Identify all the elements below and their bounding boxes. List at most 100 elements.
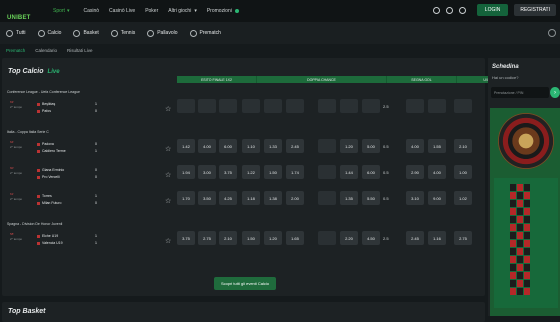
odds-button[interactable]	[340, 99, 358, 113]
odds-button[interactable]: 2.10	[219, 231, 237, 245]
nav-promozioni[interactable]: Promozioni	[207, 8, 239, 14]
tab-basket[interactable]: Basket	[73, 29, 99, 37]
arrow-right-icon[interactable]: ›	[550, 87, 560, 98]
odds-button[interactable]: 9.00	[428, 191, 446, 205]
odds-button[interactable]	[454, 99, 472, 113]
home-team[interactable]: Torres	[37, 194, 52, 198]
odds-button[interactable]	[318, 191, 336, 205]
login-button[interactable]: LOGIN	[476, 4, 509, 16]
home-team[interactable]: Beşiktaş	[37, 102, 55, 106]
away-team[interactable]: Pro Vercelli	[37, 175, 60, 179]
odds-button[interactable]: 2.20	[340, 231, 358, 245]
nav-casino-live[interactable]: Casinò Live	[109, 8, 135, 14]
odds-button[interactable]: 1.42	[177, 139, 195, 153]
odds-button[interactable]	[362, 99, 380, 113]
home-team[interactable]: Padova	[37, 142, 54, 146]
odds-button[interactable]: 3.10	[406, 191, 424, 205]
odds-button[interactable]: 1.50	[264, 165, 282, 179]
odds-button[interactable]: 1.20	[340, 139, 358, 153]
subtab-calendario[interactable]: Calendario	[35, 48, 57, 53]
odds-button[interactable]: 1.00	[454, 165, 472, 179]
odds-button[interactable]: 2.45	[406, 231, 424, 245]
nav-poker[interactable]: Poker	[145, 8, 158, 14]
favorite-star-icon[interactable]: ☆	[165, 145, 171, 153]
odds-button[interactable]: 2.75	[198, 231, 216, 245]
subtab-risultati-live[interactable]: Risultati Live	[67, 48, 93, 53]
odds-button[interactable]: 3.75	[219, 165, 237, 179]
sport-menu[interactable]: Sport ▾	[53, 8, 69, 14]
odds-button[interactable]: 1.74	[286, 165, 304, 179]
odds-button[interactable]: 5.50	[362, 191, 380, 205]
odds-button[interactable]: 1.20	[264, 231, 282, 245]
odds-button[interactable]	[177, 99, 195, 113]
odds-button[interactable]: 4.00	[406, 139, 424, 153]
odds-button[interactable]	[318, 99, 336, 113]
odds-button[interactable]	[318, 231, 336, 245]
brand-logo[interactable]: UNIBET	[7, 6, 45, 21]
odds-button[interactable]	[286, 99, 304, 113]
odds-button[interactable]	[318, 165, 336, 179]
pin-input[interactable]: Prenotazione / PIN	[491, 87, 549, 98]
away-team[interactable]: Caldiero Terme	[37, 149, 66, 153]
odds-button[interactable]	[198, 99, 216, 113]
show-all-button[interactable]: Scopri tutti gli eventi Calcio	[214, 277, 276, 290]
tab-pallavolo[interactable]: Pallavolo	[147, 29, 178, 37]
odds-button[interactable]: 4.00	[198, 139, 216, 153]
theme-icon[interactable]	[432, 6, 440, 14]
home-team[interactable]: Elche U19	[37, 234, 58, 238]
odds-button[interactable]	[219, 99, 237, 113]
odds-button[interactable]: 3.75	[177, 231, 195, 245]
nav-casino[interactable]: Casinò	[83, 8, 99, 14]
odds-button[interactable]: 3.50	[198, 191, 216, 205]
odds-button[interactable]: 1.22	[242, 165, 260, 179]
odds-button[interactable]: 4.50	[362, 231, 380, 245]
odds-button[interactable]: 1.65	[286, 231, 304, 245]
settings-icon[interactable]	[458, 6, 466, 14]
odds-button[interactable]: 1.33	[264, 139, 282, 153]
odds-button[interactable]: 1.10	[242, 139, 260, 153]
subtab-prematch[interactable]: Prematch	[6, 48, 25, 53]
tab-calcio[interactable]: Calcio	[37, 29, 61, 37]
odds-button[interactable]: 6.00	[219, 139, 237, 153]
odds-button[interactable]: 1.02	[454, 191, 472, 205]
favorite-star-icon[interactable]: ☆	[165, 237, 171, 245]
odds-button[interactable]: 3.00	[198, 165, 216, 179]
nav-altri-giochi[interactable]: Altri giochi ▾	[168, 8, 197, 14]
tab-prematch[interactable]: Prematch	[189, 29, 221, 37]
odds-button[interactable]	[318, 139, 336, 153]
odds-button[interactable]: 4.25	[219, 191, 237, 205]
favorite-star-icon[interactable]: ☆	[165, 105, 171, 113]
home-team[interactable]: Giana Erminio	[37, 168, 64, 172]
odds-button[interactable]	[406, 99, 424, 113]
away-team[interactable]: Valencia U19	[37, 241, 63, 245]
odds-button[interactable]: 1.35	[340, 191, 358, 205]
away-team[interactable]: Pafos	[37, 109, 51, 113]
odds-button[interactable]: 1.94	[177, 165, 195, 179]
collapse-icon[interactable]	[548, 29, 556, 37]
odds-button[interactable]: 1.16	[428, 231, 446, 245]
odds-button[interactable]	[242, 99, 260, 113]
odds-button[interactable]: 2.75	[454, 231, 472, 245]
odds-button[interactable]: 1.44	[340, 165, 358, 179]
odds-button[interactable]: 1.38	[264, 191, 282, 205]
clock-icon[interactable]	[445, 6, 453, 14]
odds-button[interactable]: 4.00	[428, 165, 446, 179]
favorite-star-icon[interactable]: ☆	[165, 171, 171, 179]
favorite-star-icon[interactable]: ☆	[165, 197, 171, 205]
odds-button[interactable]: 1.18	[242, 191, 260, 205]
odds-button[interactable]	[264, 99, 282, 113]
odds-button[interactable]: 2.90	[406, 165, 424, 179]
odds-button[interactable]: 2.00	[286, 191, 304, 205]
tab-tutti[interactable]: Tutti	[6, 29, 26, 37]
odds-button[interactable]: 2.45	[286, 139, 304, 153]
odds-button[interactable]: 1.55	[428, 139, 446, 153]
odds-button[interactable]: 2.10	[454, 139, 472, 153]
casino-banner[interactable]	[490, 108, 560, 316]
odds-button[interactable]: 6.00	[362, 165, 380, 179]
odds-button[interactable]: 5.00	[362, 139, 380, 153]
odds-button[interactable]: 1.50	[242, 231, 260, 245]
odds-button[interactable]	[428, 99, 446, 113]
register-button[interactable]: REGISTRATI	[514, 4, 556, 16]
away-team[interactable]: Milan Futuro	[37, 201, 61, 205]
odds-button[interactable]: 1.70	[177, 191, 195, 205]
